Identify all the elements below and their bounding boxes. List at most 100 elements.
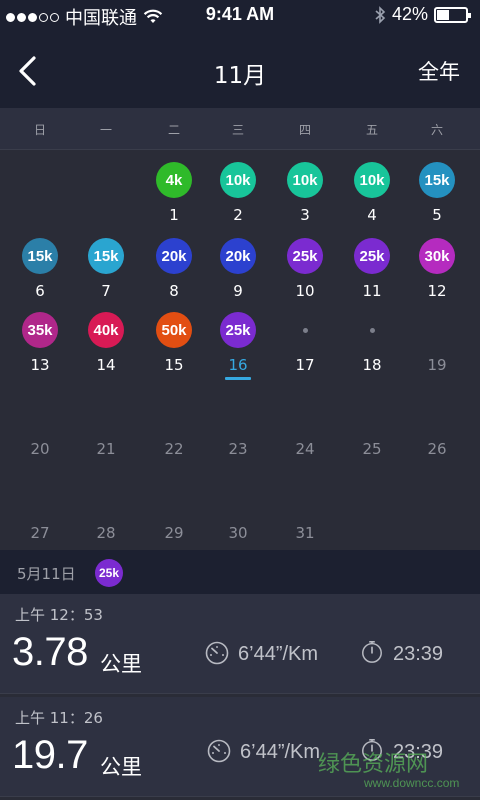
weekday-tue: 二 <box>167 123 180 137</box>
status-bar: 中国联通 9:41 AM 42% <box>0 0 480 30</box>
run-duration: 23:39 <box>393 643 444 665</box>
weekday-wed: 三 <box>231 123 244 137</box>
speedometer-icon <box>207 739 231 763</box>
calendar-day[interactable]: 25 <box>338 384 406 464</box>
battery-percent: 42% <box>391 4 428 24</box>
run-distance-unit: 公里 <box>100 652 142 676</box>
calendar-day[interactable]: 40k 14 <box>72 300 140 380</box>
run-distance: 19.7 <box>12 733 88 777</box>
distance-badge: 50k <box>156 312 192 348</box>
calendar-day[interactable]: 19 <box>403 300 471 380</box>
run-start-time: 上午 12：53 <box>15 606 103 624</box>
calendar-day[interactable]: 10k 3 <box>271 150 339 230</box>
calendar-day[interactable]: 18 <box>338 300 406 380</box>
day-number: 27 <box>30 524 50 542</box>
distance-badge: 20k <box>156 238 192 274</box>
calendar-day[interactable]: 15k 5 <box>403 150 471 230</box>
calendar-day[interactable]: 25k 10 <box>271 226 339 306</box>
calendar-grid: 4k 1 10k 2 10k 3 10k 4 15k 5 15k 6 15k 7 20k 8 20k 9 25k 10… <box>0 150 480 550</box>
day-number: 24 <box>295 440 315 458</box>
run-distance-unit: 公里 <box>100 755 142 779</box>
day-number: 9 <box>233 282 243 300</box>
distance-badge: 30k <box>419 238 455 274</box>
day-number: 11 <box>362 282 382 300</box>
day-number: 5 <box>432 206 442 224</box>
calendar-day[interactable]: 30 <box>204 468 272 548</box>
calendar-day[interactable]: 22 <box>140 384 208 464</box>
weekday-sat: 六 <box>430 123 443 137</box>
calendar-day[interactable]: 25k 16 <box>204 300 272 380</box>
calendar-day[interactable]: 31 <box>271 468 339 548</box>
day-number: 13 <box>30 356 50 374</box>
day-number: 14 <box>96 356 116 374</box>
weekday-header: 日 一 二 三 四 五 六 <box>0 108 480 150</box>
day-number: 1 <box>169 206 179 224</box>
calendar-day[interactable]: 26 <box>403 384 471 464</box>
calendar-day[interactable]: 15k 6 <box>6 226 74 306</box>
speedometer-icon <box>205 641 229 665</box>
day-number: 3 <box>300 206 310 224</box>
distance-badge: 4k <box>156 162 192 198</box>
page-title: 11月 <box>213 63 267 89</box>
day-number: 23 <box>228 440 248 458</box>
day-number: 16 <box>228 356 248 374</box>
calendar-day[interactable]: 23 <box>204 384 272 464</box>
day-number: 31 <box>295 524 315 542</box>
run-pace: 6’44”/Km <box>238 643 319 665</box>
weekday-mon: 一 <box>99 123 112 137</box>
calendar-day[interactable]: 27 <box>6 468 74 548</box>
distance-badge: 25k <box>220 312 256 348</box>
day-number: 8 <box>169 282 179 300</box>
activity-dot <box>303 328 308 333</box>
full-year-button[interactable]: 全年 <box>418 56 460 86</box>
run-record[interactable]: 上午 12：53 3.78 公里 6’44”/Km 23:39 <box>0 594 480 694</box>
day-number: 29 <box>164 524 184 542</box>
distance-badge: 10k <box>287 162 323 198</box>
distance-badge: 25k <box>95 559 123 587</box>
watermark-url: www.downcc.com <box>364 776 460 790</box>
day-number: 7 <box>101 282 111 300</box>
run-start-time: 上午 11：26 <box>15 709 103 727</box>
calendar-day[interactable]: 4k 1 <box>140 150 208 230</box>
selected-date-bar: 5月11日 25k <box>0 550 480 594</box>
distance-badge: 15k <box>419 162 455 198</box>
distance-badge: 35k <box>22 312 58 348</box>
calendar-day[interactable]: 50k 15 <box>140 300 208 380</box>
calendar-day[interactable]: 28 <box>72 468 140 548</box>
calendar-day[interactable]: 17 <box>271 300 339 380</box>
calendar-day[interactable]: 30k 12 <box>403 226 471 306</box>
day-number: 2 <box>233 206 243 224</box>
status-right: 42% <box>374 4 471 25</box>
distance-badge: 15k <box>22 238 58 274</box>
calendar-day[interactable]: 25k 11 <box>338 226 406 306</box>
day-number: 30 <box>228 524 248 542</box>
calendar-day[interactable]: 35k 13 <box>6 300 74 380</box>
watermark-text: 绿色资源网 <box>318 752 429 777</box>
calendar-day[interactable]: 20k 9 <box>204 226 272 306</box>
today-indicator <box>225 377 251 380</box>
calendar-day[interactable]: 21 <box>72 384 140 464</box>
navigation-bar: 11月 全年 <box>0 30 480 108</box>
weekday-fri: 五 <box>365 123 378 137</box>
distance-badge: 10k <box>354 162 390 198</box>
calendar-day[interactable]: 24 <box>271 384 339 464</box>
distance-badge: 40k <box>88 312 124 348</box>
day-number: 21 <box>96 440 116 458</box>
calendar-day[interactable]: 20k 8 <box>140 226 208 306</box>
activity-dot <box>370 328 375 333</box>
calendar-day[interactable]: 10k 2 <box>204 150 272 230</box>
weekday-thu: 四 <box>298 123 311 137</box>
calendar-day[interactable]: 15k 7 <box>72 226 140 306</box>
distance-badge: 20k <box>220 238 256 274</box>
calendar-day[interactable]: 29 <box>140 468 208 548</box>
distance-badge: 15k <box>88 238 124 274</box>
calendar-day[interactable]: 20 <box>6 384 74 464</box>
day-number: 12 <box>427 282 447 300</box>
weekday-sun: 日 <box>33 123 46 137</box>
day-number: 19 <box>427 356 447 374</box>
day-number: 4 <box>367 206 377 224</box>
calendar-day[interactable]: 10k 4 <box>338 150 406 230</box>
day-number: 6 <box>35 282 45 300</box>
battery-icon <box>434 6 471 23</box>
distance-badge: 10k <box>220 162 256 198</box>
